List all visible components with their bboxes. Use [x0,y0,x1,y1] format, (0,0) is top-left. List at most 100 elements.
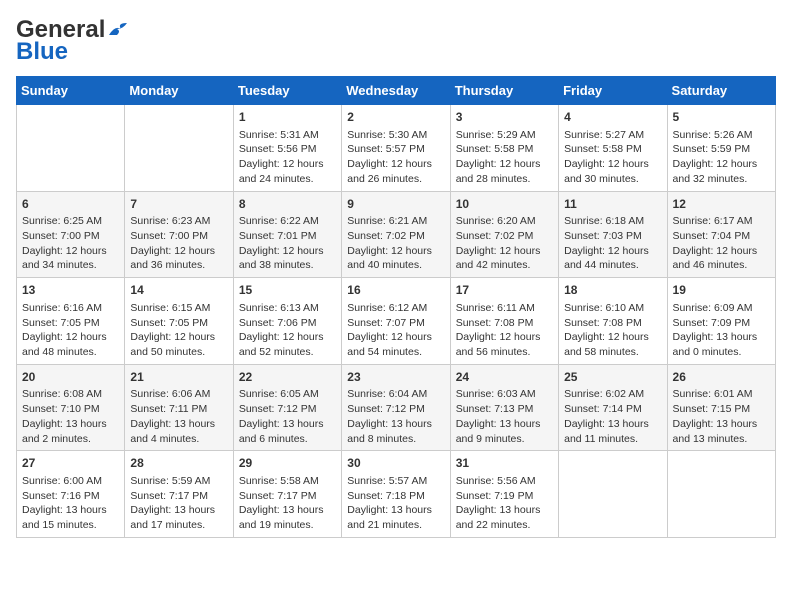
day-number: 31 [456,455,553,472]
calendar-cell: 25Sunrise: 6:02 AMSunset: 7:14 PMDayligh… [559,364,667,451]
day-info: Sunrise: 6:22 AM [239,214,336,229]
day-info: Sunrise: 6:18 AM [564,214,661,229]
day-info: Sunset: 7:01 PM [239,229,336,244]
day-info: Daylight: 12 hours [130,330,227,345]
day-number: 29 [239,455,336,472]
day-info: Daylight: 13 hours [456,503,553,518]
day-info: Daylight: 12 hours [673,244,770,259]
calendar-cell [17,105,125,192]
day-info: and 40 minutes. [347,258,444,273]
day-info: Daylight: 12 hours [456,244,553,259]
day-info: and 13 minutes. [673,432,770,447]
day-info: Daylight: 13 hours [673,330,770,345]
calendar-week-4: 20Sunrise: 6:08 AMSunset: 7:10 PM Dayligh… [17,364,776,451]
day-info: Daylight: 12 hours [564,157,661,172]
day-info: Sunset: 7:12 PM [347,402,444,417]
day-info: and 21 minutes. [347,518,444,533]
day-info: Sunset: 7:07 PM [347,316,444,331]
header: General Blue [16,16,776,66]
day-info: Daylight: 12 hours [239,157,336,172]
day-info: Sunset: 7:15 PM [673,402,770,417]
day-info: Daylight: 12 hours [564,244,661,259]
day-info: Sunset: 7:17 PM [239,489,336,504]
calendar-cell: 26Sunrise: 6:01 AMSunset: 7:15 PMDayligh… [667,364,775,451]
day-info: Sunrise: 6:02 AM [564,387,661,402]
day-number: 17 [456,282,553,299]
calendar-cell: 27Sunrise: 6:00 AMSunset: 7:16 PMDayligh… [17,451,125,538]
day-info: Sunrise: 6:09 AM [673,301,770,316]
day-info: Sunset: 7:09 PM [673,316,770,331]
calendar-cell: 30Sunrise: 5:57 AMSunset: 7:18 PMDayligh… [342,451,450,538]
day-number: 25 [564,369,661,386]
day-info: and 28 minutes. [456,172,553,187]
day-info: and 9 minutes. [456,432,553,447]
calendar-header-row: SundayMondayTuesdayWednesdayThursdayFrid… [17,77,776,105]
calendar-cell: 4Sunrise: 5:27 AMSunset: 5:58 PMDaylight… [559,105,667,192]
day-info: Sunset: 7:16 PM [22,489,119,504]
day-info: Daylight: 13 hours [239,503,336,518]
calendar-cell: 8Sunrise: 6:22 AMSunset: 7:01 PMDaylight… [233,191,341,278]
day-info: Sunset: 7:00 PM [130,229,227,244]
logo: General Blue [16,16,129,66]
calendar-cell: 2Sunrise: 5:30 AMSunset: 5:57 PMDaylight… [342,105,450,192]
day-info: Sunset: 7:04 PM [673,229,770,244]
weekday-header-tuesday: Tuesday [233,77,341,105]
day-info: Sunrise: 6:11 AM [456,301,553,316]
day-info: Sunrise: 6:21 AM [347,214,444,229]
day-info: Sunset: 7:13 PM [456,402,553,417]
day-number: 4 [564,109,661,126]
day-info: Sunset: 7:03 PM [564,229,661,244]
weekday-header-monday: Monday [125,77,233,105]
calendar-cell: 5Sunrise: 5:26 AMSunset: 5:59 PMDaylight… [667,105,775,192]
calendar-week-5: 27Sunrise: 6:00 AMSunset: 7:16 PMDayligh… [17,451,776,538]
day-info: Sunset: 7:05 PM [130,316,227,331]
day-info: and 22 minutes. [456,518,553,533]
day-info: Sunrise: 5:56 AM [456,474,553,489]
day-number: 10 [456,196,553,213]
day-info: and 17 minutes. [130,518,227,533]
day-info: Sunrise: 6:06 AM [130,387,227,402]
day-info: Sunrise: 6:03 AM [456,387,553,402]
day-info: Sunrise: 6:08 AM [22,387,119,402]
day-info: and 19 minutes. [239,518,336,533]
day-info: Sunset: 5:59 PM [673,142,770,157]
day-info: Sunrise: 6:15 AM [130,301,227,316]
day-info: Sunrise: 6:05 AM [239,387,336,402]
day-info: Daylight: 12 hours [22,244,119,259]
day-info: Sunset: 7:18 PM [347,489,444,504]
day-number: 20 [22,369,119,386]
day-number: 22 [239,369,336,386]
calendar-cell: 18Sunrise: 6:10 AMSunset: 7:08 PMDayligh… [559,278,667,365]
day-info: Sunrise: 6:23 AM [130,214,227,229]
calendar-cell: 16Sunrise: 6:12 AMSunset: 7:07 PMDayligh… [342,278,450,365]
day-number: 14 [130,282,227,299]
calendar-cell: 3Sunrise: 5:29 AMSunset: 5:58 PMDaylight… [450,105,558,192]
calendar: SundayMondayTuesdayWednesdayThursdayFrid… [16,76,776,538]
day-info: and 58 minutes. [564,345,661,360]
day-info: and 24 minutes. [239,172,336,187]
day-info: Sunrise: 5:58 AM [239,474,336,489]
day-info: Sunset: 7:10 PM [22,402,119,417]
day-info: and 30 minutes. [564,172,661,187]
day-info: Sunset: 7:08 PM [456,316,553,331]
day-info: Sunrise: 6:12 AM [347,301,444,316]
day-info: Daylight: 13 hours [22,503,119,518]
calendar-cell [125,105,233,192]
day-info: Sunset: 5:57 PM [347,142,444,157]
day-info: Daylight: 13 hours [130,417,227,432]
day-info: Sunset: 7:12 PM [239,402,336,417]
weekday-header-friday: Friday [559,77,667,105]
calendar-cell: 10Sunrise: 6:20 AMSunset: 7:02 PMDayligh… [450,191,558,278]
day-number: 30 [347,455,444,472]
logo-blue: Blue [16,38,68,66]
day-number: 13 [22,282,119,299]
calendar-cell: 7Sunrise: 6:23 AMSunset: 7:00 PMDaylight… [125,191,233,278]
calendar-cell [667,451,775,538]
weekday-header-wednesday: Wednesday [342,77,450,105]
calendar-week-3: 13Sunrise: 6:16 AMSunset: 7:05 PMDayligh… [17,278,776,365]
day-number: 7 [130,196,227,213]
day-info: and 34 minutes. [22,258,119,273]
day-info: Sunrise: 6:04 AM [347,387,444,402]
day-info: and 6 minutes. [239,432,336,447]
day-info: Daylight: 12 hours [239,330,336,345]
